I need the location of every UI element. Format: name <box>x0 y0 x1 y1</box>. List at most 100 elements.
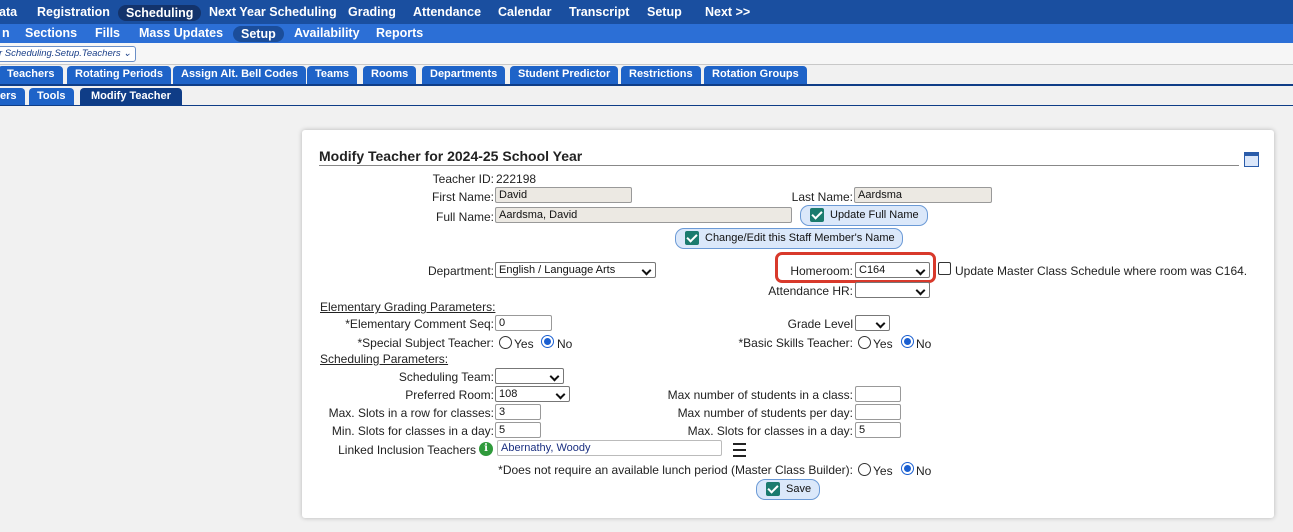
linked-inclusion-label: Linked Inclusion Teachers <box>338 443 476 457</box>
lunch-no-label: No <box>916 464 932 478</box>
lunch-no-radio[interactable] <box>901 462 914 475</box>
basic-skills-label: *Basic Skills Teacher: <box>738 336 854 350</box>
save-label: Save <box>786 483 812 495</box>
department-label: Department: <box>427 264 494 278</box>
nav-transcript[interactable]: Transcript <box>569 5 629 19</box>
scheduling-team-select[interactable] <box>495 368 564 384</box>
max-students-class-label: Max number of students in a class: <box>667 388 853 402</box>
nav-registration[interactable]: Registration <box>37 5 110 19</box>
max-slots-row-label: Max. Slots in a row for classes: <box>328 406 494 420</box>
tab-assign-alt-bell-codes[interactable]: Assign Alt. Bell Codes <box>173 66 306 84</box>
grade-level-select[interactable] <box>855 315 890 331</box>
nav-grading[interactable]: Grading <box>348 5 396 19</box>
basic-skills-yes-label: Yes <box>873 337 893 351</box>
preferred-room-label: Preferred Room: <box>405 388 494 402</box>
tab-rotation-groups[interactable]: Rotation Groups <box>704 66 807 84</box>
update-master-label: Update Master Class Schedule where room … <box>955 264 1248 278</box>
scheduling-team-label: Scheduling Team: <box>398 370 494 384</box>
basic-skills-no-radio[interactable] <box>901 335 914 348</box>
attendance-hr-select[interactable] <box>855 282 930 298</box>
min-slots-day-field[interactable]: 5 <box>495 422 541 438</box>
max-students-day-label: Max number of students per day: <box>677 406 853 420</box>
max-students-day-field[interactable] <box>855 404 901 420</box>
breadcrumb-bar: r Scheduling.Setup.Teachers ⌄ <box>0 43 1293 65</box>
teacher-id-label: Teacher ID: <box>432 172 494 186</box>
main-nav-bar: ata Registration Scheduling Next Year Sc… <box>0 0 1293 24</box>
sub-nav-bar: n Sections Fills Mass Updates Setup Avai… <box>0 24 1293 43</box>
last-name-field[interactable]: Aardsma <box>854 187 992 203</box>
nav-data[interactable]: ata <box>0 5 17 19</box>
subnav-setup[interactable]: Setup <box>233 26 284 42</box>
full-name-label: Full Name: <box>435 210 494 224</box>
linked-inclusion-field[interactable]: Abernathy, Woody <box>497 440 722 456</box>
lunch-requirement-label: *Does not require an available lunch per… <box>498 463 853 477</box>
tab-underline <box>0 84 1293 86</box>
subtab-teachers[interactable]: ers <box>0 88 25 106</box>
full-name-field[interactable]: Aardsma, David <box>495 207 792 223</box>
subnav-reports[interactable]: Reports <box>376 26 423 40</box>
special-subject-no-label: No <box>557 337 573 351</box>
teacher-id-value: 222198 <box>496 172 537 186</box>
update-master-checkbox[interactable] <box>938 262 951 275</box>
subtab-tools[interactable]: Tools <box>29 88 74 106</box>
change-staff-name-button[interactable]: Change/Edit this Staff Member's Name <box>675 228 903 249</box>
checkmark-icon <box>685 231 699 245</box>
basic-skills-no-label: No <box>916 337 932 351</box>
last-name-label: Last Name: <box>791 190 853 204</box>
first-name-label: First Name: <box>431 190 494 204</box>
menu-icon[interactable] <box>733 443 746 457</box>
tab-teams[interactable]: Teams <box>307 66 358 84</box>
subtab-underline <box>0 105 1293 106</box>
max-slots-day-field[interactable]: 5 <box>855 422 901 438</box>
update-full-name-button[interactable]: Update Full Name <box>800 205 928 226</box>
page-title: Modify Teacher for 2024-25 School Year <box>319 148 583 164</box>
grade-level-label: Grade Level <box>787 317 853 331</box>
nav-scheduling[interactable]: Scheduling <box>118 5 202 21</box>
nav-next[interactable]: Next >> <box>705 5 750 19</box>
update-full-name-label: Update Full Name <box>830 209 919 221</box>
tab-rooms[interactable]: Rooms <box>363 66 417 84</box>
elementary-params-heading: Elementary Grading Parameters: <box>320 300 496 314</box>
special-subject-no-radio[interactable] <box>541 335 554 348</box>
checkmark-icon <box>810 208 824 222</box>
lunch-yes-radio[interactable] <box>858 463 871 476</box>
nav-next-year-scheduling[interactable]: Next Year Scheduling <box>209 5 337 19</box>
special-subject-yes-label: Yes <box>514 337 534 351</box>
preferred-room-select[interactable]: 108 <box>495 386 570 402</box>
save-button[interactable]: Save <box>756 479 820 500</box>
homeroom-highlight <box>775 252 936 283</box>
nav-calendar[interactable]: Calendar <box>498 5 552 19</box>
special-subject-label: *Special Subject Teacher: <box>357 336 494 350</box>
tab-departments[interactable]: Departments <box>422 66 506 84</box>
breadcrumb-select[interactable]: r Scheduling.Setup.Teachers ⌄ <box>0 46 137 62</box>
min-slots-day-label: Min. Slots for classes in a day: <box>331 424 494 438</box>
chevron-down-icon: ⌄ <box>123 48 132 59</box>
scheduling-params-heading: Scheduling Parameters: <box>320 352 449 366</box>
tab-student-predictor[interactable]: Student Predictor <box>510 66 619 84</box>
subtab-modify-teacher[interactable]: Modify Teacher <box>80 88 182 106</box>
tab-restrictions[interactable]: Restrictions <box>621 66 701 84</box>
department-select[interactable]: English / Language Arts <box>495 262 656 278</box>
calendar-icon[interactable] <box>1244 152 1259 167</box>
tab-teachers[interactable]: Teachers <box>0 66 63 84</box>
tab-row: Teachers Rotating Periods Assign Alt. Be… <box>0 66 1293 85</box>
subnav-sections[interactable]: Sections <box>25 26 77 40</box>
max-slots-day-label: Max. Slots for classes in a day: <box>687 424 853 438</box>
subnav-availability[interactable]: Availability <box>294 26 360 40</box>
elem-comment-seq-field[interactable]: 0 <box>495 315 552 331</box>
elem-comment-seq-label: *Elementary Comment Seq: <box>345 317 494 331</box>
basic-skills-yes-radio[interactable] <box>858 336 871 349</box>
subnav-item[interactable]: n <box>2 26 10 40</box>
max-students-class-field[interactable] <box>855 386 901 402</box>
special-subject-yes-radio[interactable] <box>499 336 512 349</box>
subnav-fills[interactable]: Fills <box>95 26 120 40</box>
subnav-mass-updates[interactable]: Mass Updates <box>139 26 223 40</box>
nav-attendance[interactable]: Attendance <box>413 5 481 19</box>
breadcrumb-text: r Scheduling.Setup.Teachers <box>0 48 121 59</box>
first-name-field[interactable]: David <box>495 187 632 203</box>
tab-rotating-periods[interactable]: Rotating Periods <box>67 66 172 84</box>
nav-setup[interactable]: Setup <box>647 5 682 19</box>
info-icon[interactable]: i <box>479 442 493 456</box>
max-slots-row-field[interactable]: 3 <box>495 404 541 420</box>
attendance-hr-label: Attendance HR: <box>768 284 853 298</box>
